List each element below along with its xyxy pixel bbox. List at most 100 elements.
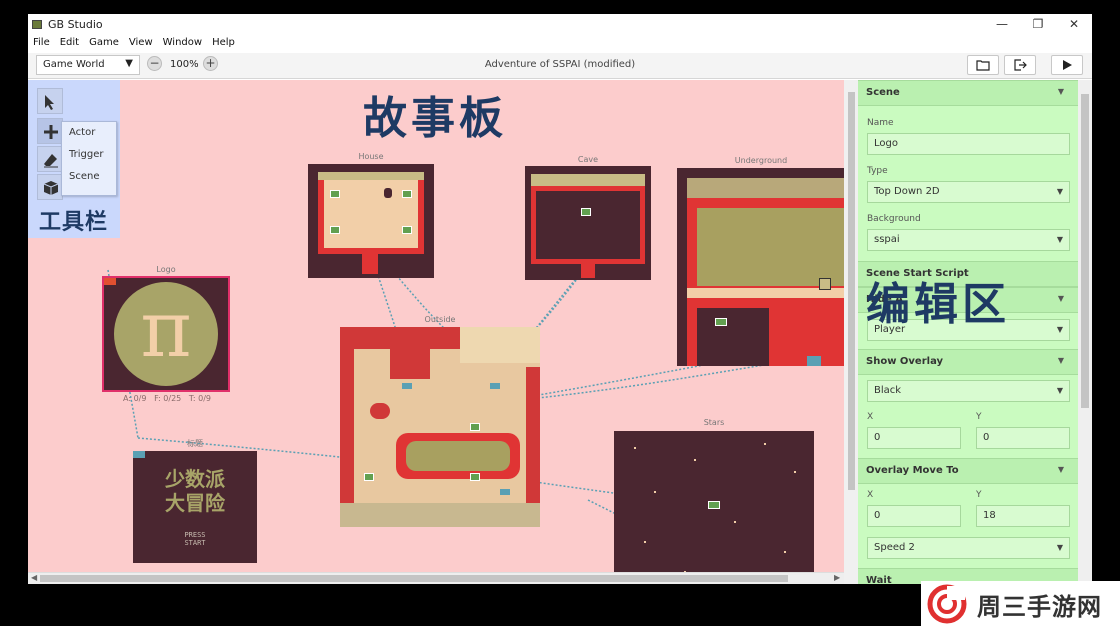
scene-section-title: Scene [866, 87, 900, 98]
scene-outside[interactable] [340, 327, 540, 527]
scene-section-header[interactable]: Scene ▼ [858, 80, 1078, 106]
close-button[interactable]: ✕ [1056, 14, 1092, 35]
minimize-button[interactable]: — [984, 14, 1020, 35]
chevron-down-icon: ▼ [1057, 294, 1064, 303]
overlay-y-input[interactable]: 0 [976, 427, 1070, 449]
add-actor-item[interactable]: Actor [62, 122, 116, 144]
scene-type-value: Top Down 2D [874, 186, 940, 197]
speed-select[interactable]: Speed 2 ▼ [867, 537, 1070, 559]
move-y-input[interactable]: 18 [976, 505, 1070, 527]
menu-help[interactable]: Help [207, 35, 240, 48]
move-x-input[interactable]: 0 [867, 505, 961, 527]
storyboard-annotation: 故事板 [363, 93, 507, 144]
menu-view[interactable]: View [124, 35, 158, 48]
overlay-color-value: Black [874, 385, 902, 396]
export-button[interactable] [1004, 55, 1036, 75]
background-select[interactable]: sspai ▼ [867, 229, 1070, 251]
menu-file[interactable]: File [28, 35, 55, 48]
scene-label-title: 标题 [187, 439, 203, 448]
add-tool-button[interactable] [37, 118, 63, 144]
toolbar-annotation: 工具栏 [39, 210, 109, 235]
name-label: Name [867, 118, 894, 128]
watermark-logo-icon [927, 584, 967, 624]
toolbar: Game World ▼ − 100% + Adventure of SSPAI… [28, 53, 1092, 79]
cube-icon [43, 181, 59, 195]
colliders-tool-button[interactable] [37, 174, 63, 200]
scene-title[interactable]: 少数派 大冒险 PRESS START [133, 451, 257, 563]
editor-vertical-scroll-thumb[interactable] [1081, 94, 1089, 408]
scroll-left-icon[interactable]: ◀ [31, 573, 37, 582]
add-trigger-item[interactable]: Trigger [62, 144, 116, 166]
show-overlay-title: Show Overlay [866, 356, 944, 367]
tool-panel: Actor Trigger Scene 工具栏 [28, 80, 120, 238]
type-label: Type [867, 166, 888, 176]
background-label: Background [867, 214, 921, 224]
menu-game[interactable]: Game [84, 35, 124, 48]
overlay-color-select[interactable]: Black ▼ [867, 380, 1070, 402]
watermark-text: 周三手游网 [977, 593, 1102, 621]
overlay-y-label: Y [976, 412, 982, 422]
folder-icon [976, 60, 990, 71]
scroll-right-icon[interactable]: ▶ [834, 573, 840, 582]
scene-type-select[interactable]: Top Down 2D ▼ [867, 181, 1070, 203]
scene-house[interactable] [308, 164, 434, 278]
chevron-down-icon: ▼ [1057, 356, 1064, 365]
scene-logo[interactable]: π [102, 276, 230, 392]
world-canvas[interactable]: Actor Trigger Scene 工具栏 故事板 House Cave U… [28, 80, 844, 572]
overlay-x-input[interactable]: 0 [867, 427, 961, 449]
scene-name-input[interactable]: Logo [867, 133, 1070, 155]
canvas-vertical-scroll-thumb[interactable] [848, 92, 855, 490]
logo-stats: A: 0/9 F: 0/25 T: 0/9 [123, 394, 212, 403]
cursor-arrow-icon [45, 95, 54, 110]
background-value: sspai [874, 234, 900, 245]
chevron-down-icon: ▼ [1057, 87, 1064, 96]
start-label: START [184, 539, 206, 547]
canvas-vertical-scrollbar[interactable] [844, 80, 858, 584]
editor-vertical-scrollbar[interactable] [1078, 80, 1092, 584]
move-y-label: Y [976, 490, 982, 500]
window-title: GB Studio [48, 18, 103, 31]
maximize-button[interactable]: ❐ [1020, 14, 1056, 35]
move-x-label: X [867, 490, 874, 500]
menu-window[interactable]: Window [158, 35, 207, 48]
scene-label-underground: Underground [734, 156, 788, 165]
export-icon [1014, 59, 1027, 71]
editor-annotation: 编辑区 [866, 279, 1010, 330]
show-overlay-header[interactable]: Show Overlay ▼ [858, 349, 1078, 375]
speed-value: Speed 2 [874, 542, 915, 553]
title-bar: GB Studio — ❐ ✕ [28, 14, 1092, 35]
caret-down-icon: ▼ [1056, 235, 1063, 244]
play-icon [1063, 60, 1072, 70]
overlay-move-header[interactable]: Overlay Move To ▼ [858, 458, 1078, 484]
select-tool-button[interactable] [37, 88, 63, 114]
scene-stars[interactable] [614, 431, 814, 572]
play-button[interactable] [1051, 55, 1083, 75]
scene-label-outside: Outside [424, 315, 456, 324]
horizontal-scrollbar[interactable]: ◀ ▶ [28, 572, 844, 584]
chevron-down-icon: ▼ [1057, 465, 1064, 474]
scene-label-logo: Logo [156, 265, 176, 274]
caret-down-icon: ▼ [1056, 386, 1063, 395]
caret-down-icon: ▼ [1056, 325, 1063, 334]
logo-pi-symbol: π [140, 285, 192, 375]
watermark: 周三手游网 [921, 581, 1120, 626]
add-scene-item[interactable]: Scene [62, 166, 116, 188]
scene-cave[interactable] [525, 166, 651, 280]
editor-sidebar: Scene ▼ Name Logo Type Top Down 2D ▼ Bac… [858, 80, 1078, 584]
eraser-tool-button[interactable] [37, 146, 63, 172]
press-label: PRESS [184, 531, 206, 539]
scene-underground[interactable] [677, 168, 844, 366]
app-icon [32, 20, 42, 29]
wait-title: Wait [866, 575, 892, 584]
horizontal-scroll-thumb[interactable] [40, 575, 788, 582]
scene-label-cave: Cave [577, 155, 599, 164]
menu-bar: File Edit Game View Window Help [28, 35, 1092, 53]
eraser-icon [44, 154, 58, 168]
caret-down-icon: ▼ [1056, 187, 1063, 196]
open-folder-button[interactable] [967, 55, 999, 75]
menu-edit[interactable]: Edit [55, 35, 84, 48]
title-line-2: 大冒险 [165, 491, 225, 515]
scene-label-house: House [358, 152, 384, 161]
scene-label-stars: Stars [703, 418, 725, 427]
plus-icon [44, 125, 58, 139]
